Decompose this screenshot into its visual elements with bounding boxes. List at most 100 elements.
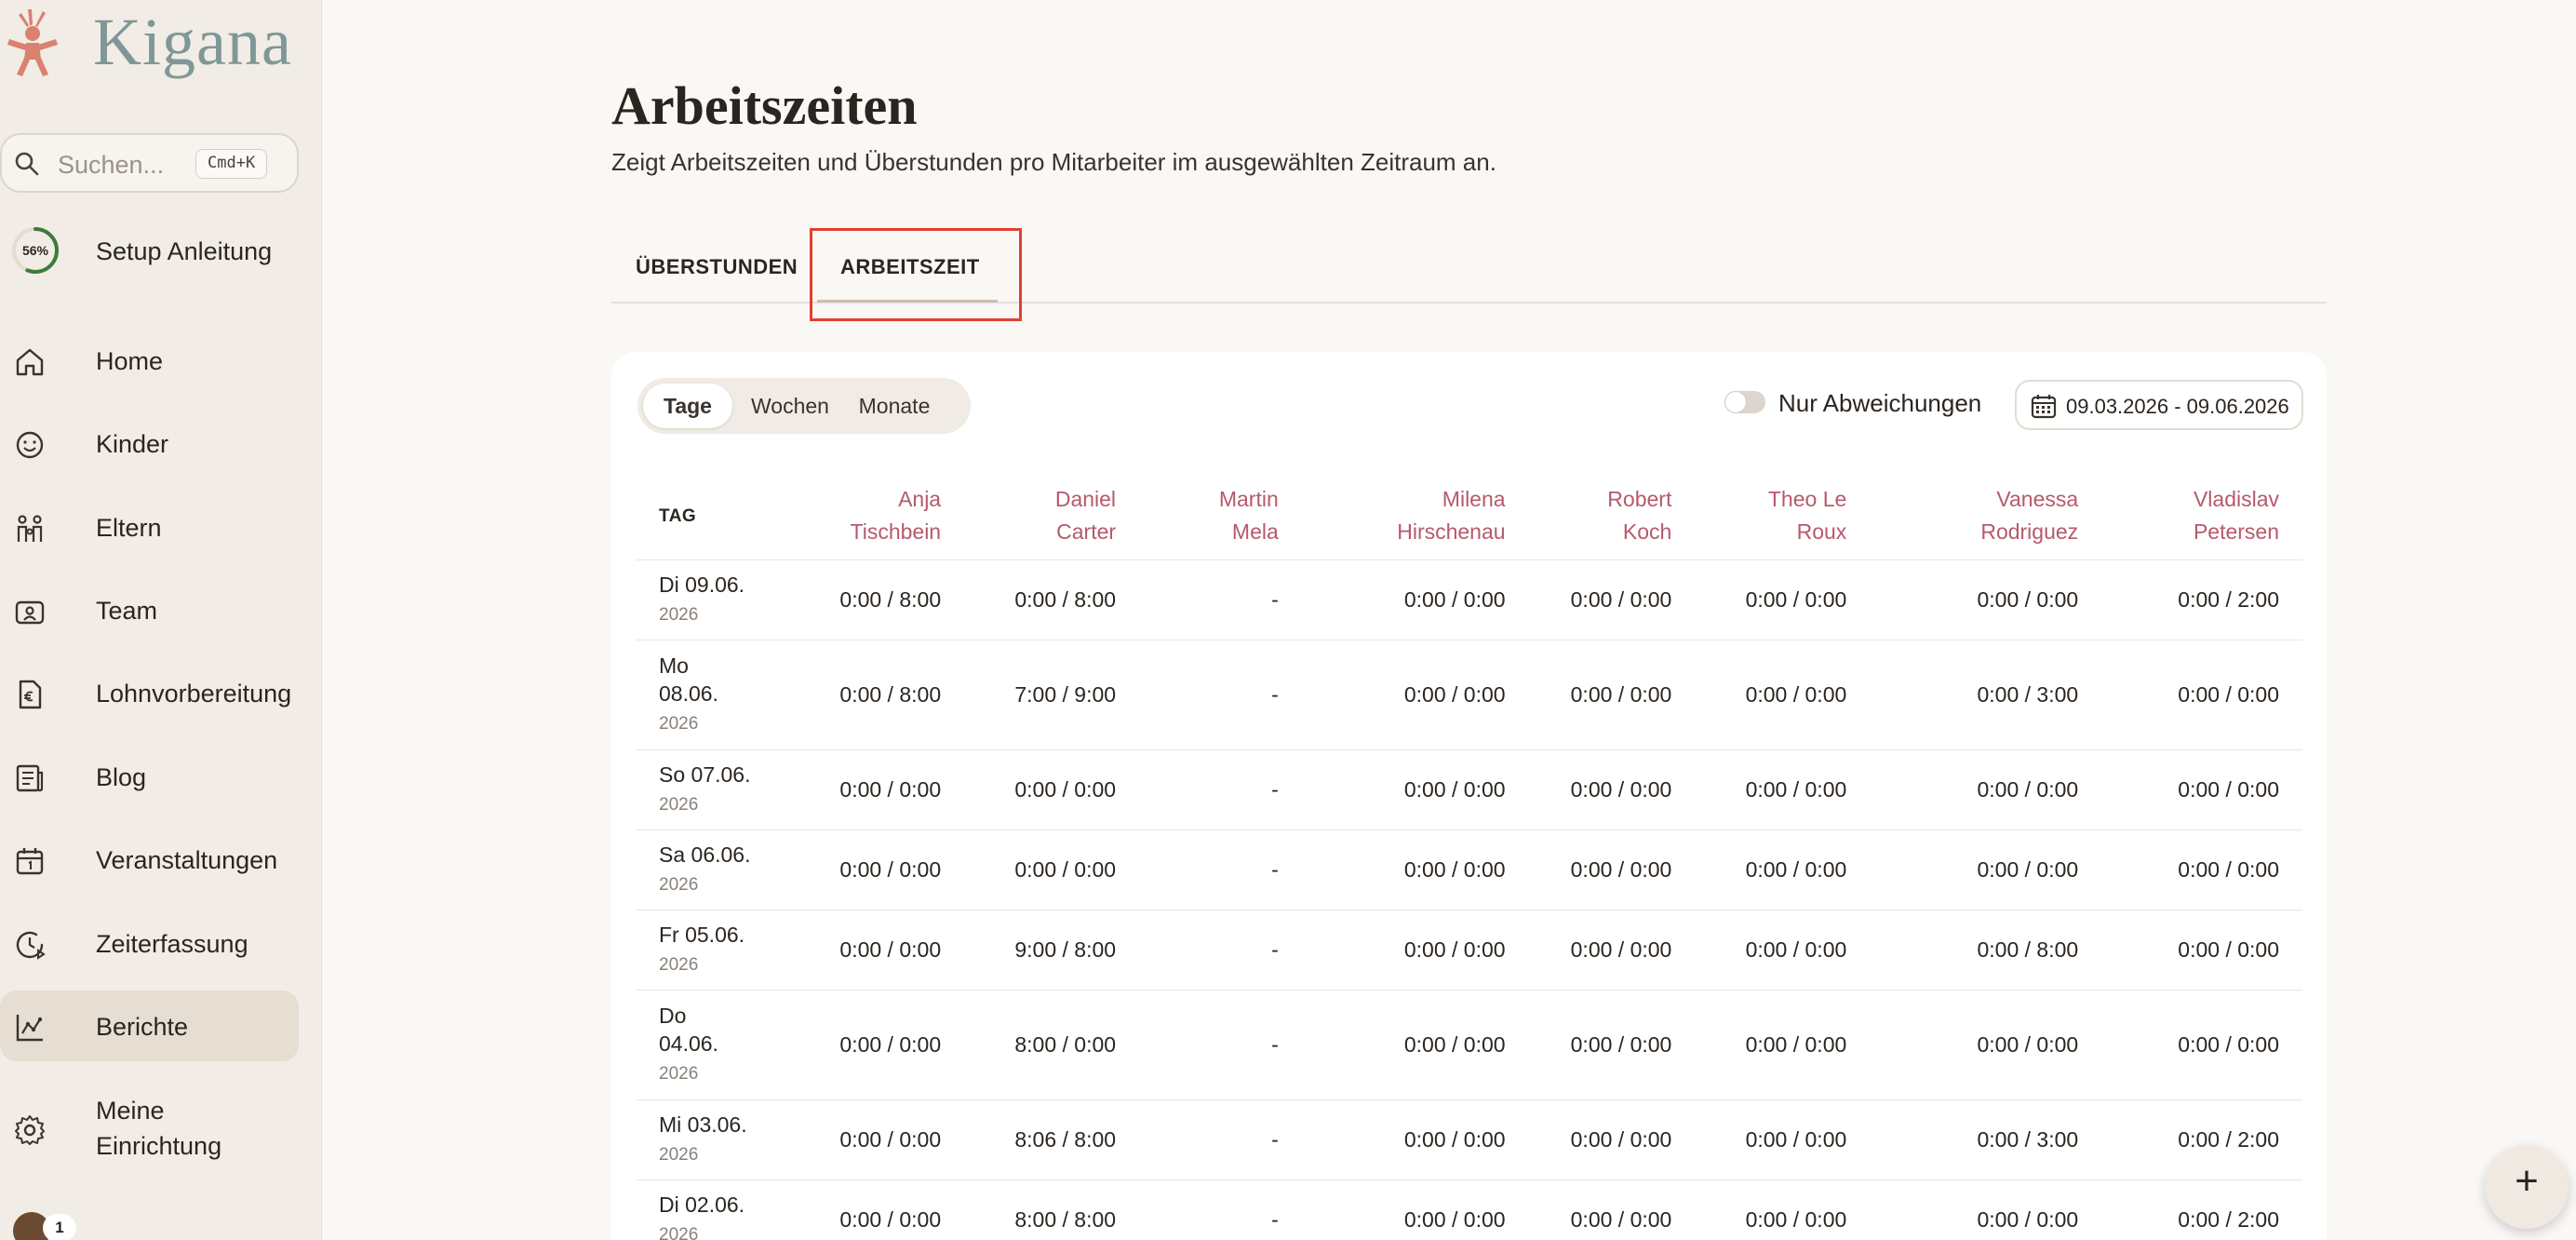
hours-cell: 0:00 / 3:00 bbox=[1846, 640, 2079, 750]
day-cell: Sa 06.06. 2026 bbox=[636, 829, 778, 910]
hours-cell: 0:00 / 0:00 bbox=[2078, 910, 2302, 991]
hours-cell: 0:00 / 0:00 bbox=[777, 990, 942, 1100]
hours-cell: 0:00 / 0:00 bbox=[777, 829, 942, 910]
day-year: 2026 bbox=[659, 954, 699, 975]
setup-guide-link[interactable]: 56% Setup Anleitung bbox=[11, 226, 309, 278]
hours-cell: 0:00 / 0:00 bbox=[1846, 829, 2079, 910]
nav-item-lohnvorbereitung[interactable]: Lohnvorbereitung bbox=[0, 657, 299, 728]
hours-cell: 0:00 / 0:00 bbox=[1671, 829, 1847, 910]
hours-cell: 0:00 / 0:00 bbox=[1505, 1179, 1672, 1240]
table-row: So 07.06. 2026 0:00 / 0:00 0:00 / 0:00-0:00… bbox=[636, 749, 2302, 830]
day-year: 2026 bbox=[659, 794, 699, 815]
nav-item-meine-einrichtung[interactable]: Meine Einrichtung bbox=[0, 1091, 299, 1167]
table-row: Di 09.06. 2026 0:00 / 8:00 0:00 / 8:00-0:00… bbox=[636, 559, 2302, 640]
hours-cell: 0:00 / 8:00 bbox=[777, 640, 942, 750]
hours-cell: 8:06 / 8:00 bbox=[941, 1099, 1117, 1180]
hours-cell: 0:00 / 0:00 bbox=[1846, 990, 2079, 1100]
hours-cell: 0:00 / 0:00 bbox=[1671, 990, 1847, 1100]
deviations-toggle[interactable] bbox=[1724, 391, 1765, 413]
nav-item-team[interactable]: Team bbox=[0, 574, 299, 645]
nav-item-kinder[interactable]: Kinder bbox=[0, 408, 299, 478]
setup-percent: 56% bbox=[21, 243, 49, 258]
hours-cell: 0:00 / 0:00 bbox=[941, 829, 1117, 910]
column-header-employee[interactable]: Milena Hirschenau bbox=[1278, 473, 1506, 560]
nav-label-team: Team bbox=[96, 597, 158, 625]
employee-last-name: Petersen bbox=[2193, 519, 2279, 545]
tab-ueberstunden[interactable]: ÜBERSTUNDEN bbox=[636, 255, 798, 279]
employee-last-name: Tischbein bbox=[850, 519, 942, 545]
nav-label-line2: Einrichtung bbox=[96, 1132, 222, 1160]
employee-first-name: Theo Le bbox=[1767, 487, 1847, 512]
day-label: Mi 03.06. bbox=[659, 1112, 747, 1137]
day-year: 2026 bbox=[659, 1063, 699, 1084]
logo[interactable]: Kigana bbox=[0, 0, 322, 84]
plus-icon: + bbox=[2515, 1158, 2539, 1204]
nav-item-veranstaltungen[interactable]: Veranstaltungen bbox=[0, 824, 299, 895]
day-cell: Mi 03.06. 2026 bbox=[636, 1099, 778, 1180]
column-header-employee[interactable]: Vanessa Rodriguez bbox=[1846, 473, 2079, 560]
smiley-icon bbox=[16, 431, 44, 459]
nav-label-meine-einrichtung: Meine Einrichtung bbox=[96, 1093, 221, 1164]
nav-label-blog: Blog bbox=[96, 763, 147, 791]
hours-cell: 0:00 / 3:00 bbox=[1846, 1099, 2079, 1180]
day-label: So 07.06. bbox=[659, 762, 751, 787]
hours-cell: 0:00 / 0:00 bbox=[1846, 1179, 2079, 1240]
hours-cell: 0:00 / 0:00 bbox=[1505, 749, 1672, 830]
deviations-label: Nur Abweichungen bbox=[1778, 389, 1982, 417]
column-header-employee[interactable]: Robert Koch bbox=[1505, 473, 1672, 560]
day-cell: Do 04.06. 2026 bbox=[636, 990, 778, 1100]
column-header-employee[interactable]: Daniel Carter bbox=[941, 473, 1117, 560]
day-cell: So 07.06. 2026 bbox=[636, 749, 778, 830]
hours-cell: 0:00 / 0:00 bbox=[2078, 829, 2302, 910]
page-title: Arbeitszeiten bbox=[611, 75, 918, 136]
nav-item-home[interactable]: Home bbox=[0, 325, 299, 396]
column-header-employee[interactable]: Martin Mela bbox=[1116, 473, 1279, 560]
table-row: Fr 05.06. 2026 0:00 / 0:00 9:00 / 8:00-0:00… bbox=[636, 910, 2302, 991]
granularity-days[interactable]: Tage bbox=[643, 384, 732, 428]
day-cell: Fr 05.06. 2026 bbox=[636, 910, 778, 991]
employee-last-name: Roux bbox=[1796, 519, 1847, 545]
toggle-knob bbox=[1724, 391, 1747, 413]
search-input[interactable]: Suchen... Cmd+K bbox=[0, 133, 299, 193]
nav-item-blog[interactable]: Blog bbox=[0, 741, 299, 812]
nav-label-line1: Meine bbox=[96, 1097, 165, 1125]
calendar-icon bbox=[16, 848, 44, 875]
nav-item-eltern[interactable]: Eltern bbox=[0, 492, 299, 562]
employee-first-name: Milena bbox=[1442, 487, 1506, 512]
table-row: Di 02.06. 2026 0:00 / 0:00 8:00 / 8:00-0:00… bbox=[636, 1179, 2302, 1240]
date-range-text: 09.03.2026 - 09.06.2026 bbox=[2066, 395, 2289, 418]
hours-cell: 0:00 / 8:00 bbox=[941, 559, 1117, 640]
hours-cell: 0:00 / 0:00 bbox=[1671, 559, 1847, 640]
hours-cell: 0:00 / 8:00 bbox=[1846, 910, 2079, 991]
hours-cell: 0:00 / 0:00 bbox=[1278, 910, 1506, 991]
day-cell: Di 02.06. 2026 bbox=[636, 1179, 778, 1240]
table-row: Mo 08.06. 2026 0:00 / 8:00 7:00 / 9:00-0:00 … bbox=[636, 640, 2302, 750]
employee-first-name: Robert bbox=[1607, 487, 1672, 512]
day-year: 2026 bbox=[659, 874, 699, 895]
granularity-weeks[interactable]: Wochen bbox=[742, 384, 839, 428]
date-range-picker[interactable]: 09.03.2026 - 09.06.2026 bbox=[2015, 380, 2303, 430]
hours-cell: - bbox=[1116, 1099, 1279, 1180]
hours-cell: 0:00 / 8:00 bbox=[777, 559, 942, 640]
nav-item-zeiterfassung[interactable]: Zeiterfassung bbox=[0, 908, 299, 978]
report-card: Tage Wochen Monate Nur Abweichungen 09.0… bbox=[611, 352, 2327, 1240]
column-header-employee[interactable]: Anja Tischbein bbox=[777, 473, 942, 560]
employee-first-name: Anja bbox=[898, 487, 942, 512]
granularity-months[interactable]: Monate bbox=[842, 384, 946, 428]
column-header-employee[interactable]: Theo Le Roux bbox=[1671, 473, 1847, 560]
hours-cell: 0:00 / 0:00 bbox=[1278, 749, 1506, 830]
hours-cell: - bbox=[1116, 990, 1279, 1100]
day-date: 04.06. bbox=[659, 1031, 718, 1056]
add-button[interactable]: + bbox=[2485, 1145, 2569, 1229]
nav-item-berichte[interactable]: Berichte bbox=[0, 991, 299, 1061]
column-header-employee[interactable]: Vladislav Petersen bbox=[2078, 473, 2302, 560]
day-year: 2026 bbox=[659, 713, 699, 734]
hours-cell: - bbox=[1116, 1179, 1279, 1240]
hours-cell: 0:00 / 0:00 bbox=[1671, 910, 1847, 991]
hours-cell: 0:00 / 0:00 bbox=[1671, 1179, 1847, 1240]
hours-cell: 0:00 / 0:00 bbox=[2078, 990, 2302, 1100]
hours-cell: 0:00 / 0:00 bbox=[1671, 749, 1847, 830]
logo-text: Kigana bbox=[93, 5, 292, 79]
day-label: Do bbox=[659, 1003, 687, 1028]
hours-cell: 0:00 / 0:00 bbox=[1505, 910, 1672, 991]
